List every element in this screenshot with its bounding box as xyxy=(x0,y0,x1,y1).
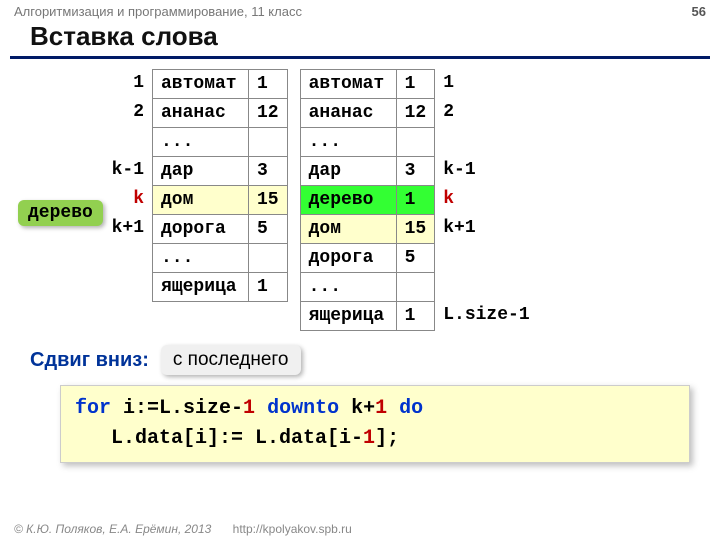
table-row: автомат1 xyxy=(153,70,288,99)
word-cell: ... xyxy=(300,128,396,157)
index-cell: k-1 xyxy=(100,156,150,185)
count-cell: 1 xyxy=(396,302,435,331)
table-row: ящерица1 xyxy=(153,273,288,302)
index-cell: L.size-1 xyxy=(437,301,537,330)
word-cell: ящерица xyxy=(300,302,396,331)
page-title: Вставка слова xyxy=(10,19,710,59)
table-row: дерево1 xyxy=(300,186,435,215)
index-cell: 1 xyxy=(100,69,150,98)
course-label: Алгоритмизация и программирование, 11 кл… xyxy=(14,4,302,19)
count-cell: 3 xyxy=(249,157,288,186)
shift-label: Сдвиг вниз: xyxy=(30,349,149,372)
word-cell: дар xyxy=(153,157,249,186)
index-cell xyxy=(100,272,150,301)
table-after: автомат1ананас12...дар3дерево1дом15дорог… xyxy=(300,69,436,331)
index-cell: k+1 xyxy=(437,214,537,243)
word-cell: дорога xyxy=(153,215,249,244)
table-row: дорога5 xyxy=(300,244,435,273)
count-cell: 3 xyxy=(396,157,435,186)
page-number: 56 xyxy=(692,4,706,19)
table-row: ящерица1 xyxy=(300,302,435,331)
table-before: автомат1ананас12...дар3дом15дорога5...ящ… xyxy=(152,69,288,302)
table-row: дом15 xyxy=(153,186,288,215)
footer: © К.Ю. Поляков, Е.А. Ерёмин, 2013 http:/… xyxy=(14,522,352,536)
word-cell: дорога xyxy=(300,244,396,273)
word-cell: дерево xyxy=(300,186,396,215)
count-cell: 15 xyxy=(249,186,288,215)
left-index-col: 12 k-1kk+1 xyxy=(100,69,150,301)
word-cell: ананас xyxy=(300,99,396,128)
index-cell: 1 xyxy=(437,69,537,98)
count-cell xyxy=(249,128,288,157)
index-cell xyxy=(100,243,150,272)
index-cell xyxy=(437,272,537,301)
table-row: дар3 xyxy=(153,157,288,186)
index-cell: k xyxy=(100,185,150,214)
index-cell: k xyxy=(437,185,537,214)
table-row: дорога5 xyxy=(153,215,288,244)
table-row: ананас12 xyxy=(300,99,435,128)
count-cell: 1 xyxy=(396,70,435,99)
footer-url: http://kpolyakov.spb.ru xyxy=(233,522,352,536)
shift-callout: с последнего xyxy=(161,345,301,375)
index-cell: 2 xyxy=(100,98,150,127)
word-cell: дар xyxy=(300,157,396,186)
index-cell: k+1 xyxy=(100,214,150,243)
count-cell: 1 xyxy=(249,273,288,302)
tables-area: 12k-1kk+1 автомат1ананас12...дар3дом15до… xyxy=(0,69,720,331)
count-cell: 5 xyxy=(396,244,435,273)
index-cell xyxy=(100,127,150,156)
word-cell: автомат xyxy=(153,70,249,99)
right-index-col: 12 k-1kk+1 L.size-1 xyxy=(437,69,537,330)
table-row: автомат1 xyxy=(300,70,435,99)
count-cell xyxy=(249,244,288,273)
copyright: © К.Ю. Поляков, Е.А. Ерёмин, 2013 xyxy=(14,522,211,536)
count-cell xyxy=(396,128,435,157)
index-cell xyxy=(437,243,537,272)
word-cell: ... xyxy=(153,128,249,157)
index-cell xyxy=(437,127,537,156)
word-cell: дом xyxy=(153,186,249,215)
table-row: дом15 xyxy=(300,215,435,244)
word-cell: дом xyxy=(300,215,396,244)
count-cell: 15 xyxy=(396,215,435,244)
count-cell: 1 xyxy=(396,186,435,215)
count-cell: 5 xyxy=(249,215,288,244)
word-cell: ... xyxy=(153,244,249,273)
word-cell: ... xyxy=(300,273,396,302)
word-cell: ящерица xyxy=(153,273,249,302)
word-cell: ананас xyxy=(153,99,249,128)
code-block: for i:=L.size-1 downto k+1 do L.data[i]:… xyxy=(60,385,690,463)
table-row: дар3 xyxy=(300,157,435,186)
index-cell: 2 xyxy=(437,98,537,127)
insert-word-tag: дерево xyxy=(18,200,103,226)
table-row: ... xyxy=(300,128,435,157)
count-cell xyxy=(396,273,435,302)
index-cell: k-1 xyxy=(437,156,537,185)
table-row: ананас12 xyxy=(153,99,288,128)
word-cell: автомат xyxy=(300,70,396,99)
count-cell: 12 xyxy=(249,99,288,128)
table-row: ... xyxy=(153,128,288,157)
table-row: ... xyxy=(153,244,288,273)
count-cell: 1 xyxy=(249,70,288,99)
count-cell: 12 xyxy=(396,99,435,128)
table-row: ... xyxy=(300,273,435,302)
